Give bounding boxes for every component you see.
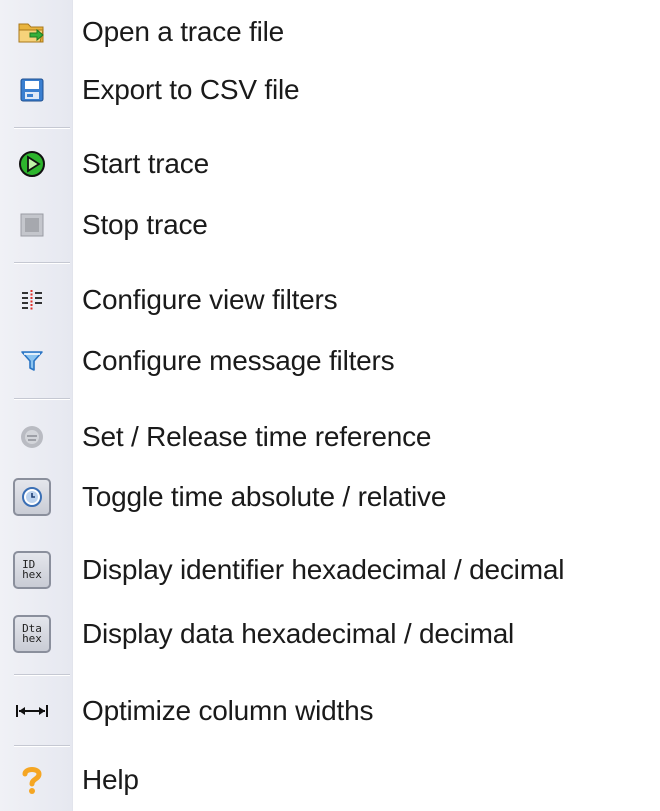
start-trace-icon	[12, 144, 52, 184]
dta-hex-toggle: Dta hex	[12, 614, 52, 654]
menu-item-label: Optimize column widths	[82, 695, 374, 726]
menu-item-label: Configure view filters	[82, 284, 338, 315]
menu-separator	[14, 127, 70, 129]
clock-toggle	[12, 477, 52, 517]
export-csv-icon	[12, 70, 52, 110]
menu-item-label: Display data hexadecimal / decimal	[82, 618, 515, 649]
menu-item-open-trace-file[interactable]: Open a trace file	[0, 2, 660, 62]
menu-item-time-reference[interactable]: Set / Release time reference	[0, 407, 660, 467]
menu-item-start-trace[interactable]: Start trace	[0, 134, 660, 194]
menu-item-identifier-hex-decimal[interactable]: ID hex Display identifier hexadecimal / …	[0, 540, 660, 600]
time-reference-icon	[12, 417, 52, 457]
icon-text-line: hex	[22, 568, 42, 581]
menu-item-label: Open a trace file	[82, 16, 285, 47]
menu-item-label: Stop trace	[82, 209, 208, 240]
help-icon	[12, 760, 52, 800]
menu-separator	[14, 745, 70, 747]
funnel-icon	[12, 341, 52, 381]
menu-item-label: Start trace	[82, 148, 209, 179]
clock-icon	[13, 478, 51, 516]
menu-item-stop-trace[interactable]: Stop trace	[0, 195, 660, 255]
icon-text-line: hex	[22, 632, 42, 645]
menu-separator	[14, 262, 70, 264]
dta-hex-icon: Dta hex	[13, 615, 51, 653]
stop-trace-icon	[12, 205, 52, 245]
menu-item-label: Display identifier hexadecimal / decimal	[82, 554, 565, 585]
menu-item-label: Configure message filters	[82, 345, 395, 376]
menu-item-label: Toggle time absolute / relative	[82, 481, 447, 512]
menu-separator	[14, 674, 70, 676]
id-hex-icon: ID hex	[13, 551, 51, 589]
menu-separator	[14, 398, 70, 400]
context-menu: Open a trace file Export to CSV file Sta…	[0, 0, 660, 811]
menu-item-toggle-time[interactable]: Toggle time absolute / relative	[0, 467, 660, 527]
menu-item-label: Set / Release time reference	[82, 421, 432, 452]
menu-item-label: Help	[82, 764, 139, 795]
column-width-icon	[12, 691, 52, 731]
menu-item-data-hex-decimal[interactable]: Dta hex Display data hexadecimal / decim…	[0, 604, 660, 664]
id-hex-toggle: ID hex	[12, 550, 52, 590]
view-filters-icon	[12, 280, 52, 320]
menu-item-configure-message-filters[interactable]: Configure message filters	[0, 331, 660, 391]
menu-item-optimize-column-widths[interactable]: Optimize column widths	[0, 681, 660, 741]
menu-item-label: Export to CSV file	[82, 74, 300, 105]
menu-item-configure-view-filters[interactable]: Configure view filters	[0, 270, 660, 330]
menu-item-help[interactable]: Help	[0, 750, 660, 810]
open-folder-icon	[12, 12, 52, 52]
menu-item-export-csv[interactable]: Export to CSV file	[0, 60, 660, 120]
